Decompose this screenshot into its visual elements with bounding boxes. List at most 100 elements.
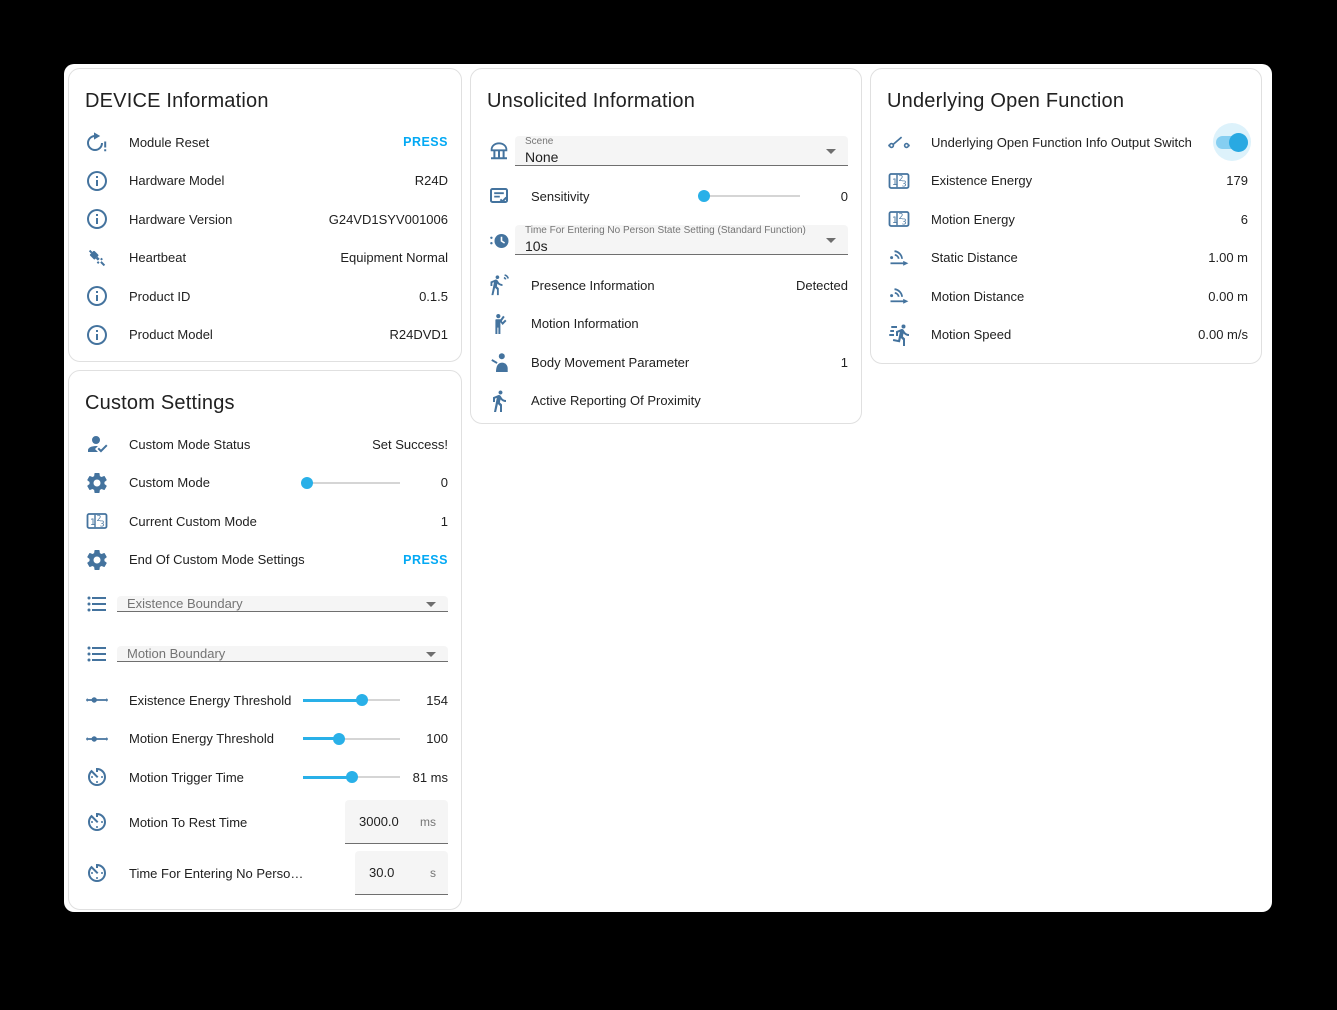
row-motion-distance: Motion Distance 0.00 m (871, 277, 1261, 316)
row-label: Custom Mode (129, 475, 303, 490)
list-icon (85, 642, 109, 666)
row-current-custom-mode: Current Custom Mode 1 (69, 502, 461, 541)
slider-icon (85, 688, 109, 712)
checklist-icon (487, 184, 511, 208)
row-module-reset: Module Reset PRESS (69, 123, 461, 162)
counter-icon (887, 169, 911, 193)
motion-to-rest-time-input[interactable]: ms (345, 800, 448, 844)
row-info-output-switch: Underlying Open Function Info Output Swi… (871, 123, 1261, 162)
row-value: 0.1.5 (411, 289, 448, 304)
row-label: Hardware Version (129, 212, 321, 227)
chevron-down-icon (426, 602, 436, 607)
restart-alert-icon (85, 130, 109, 154)
motion-trigger-time-slider[interactable] (303, 770, 400, 784)
row-motion-energy: Motion Energy 6 (871, 200, 1261, 239)
time-for-entering-no-person-input[interactable]: s (355, 851, 448, 895)
existence-boundary-select-row: Existence Boundary (69, 582, 461, 626)
select-label: Scene (525, 136, 820, 147)
timer-icon (85, 765, 109, 789)
row-custom-mode: Custom Mode 0 (69, 464, 461, 503)
slider-thumb[interactable] (333, 733, 345, 745)
text-field[interactable] (345, 814, 420, 829)
slider-thumb[interactable] (301, 477, 313, 489)
slider-fill (303, 776, 352, 779)
select-label: Motion Boundary (117, 646, 448, 661)
row-label: Existence Energy Threshold (129, 693, 303, 708)
info-output-toggle[interactable] (1212, 122, 1252, 162)
row-motion-to-rest-time: Motion To Rest Time ms (69, 797, 461, 848)
row-presence-information: Presence Information Detected (471, 266, 861, 305)
row-custom-mode-status: Custom Mode Status Set Success! (69, 425, 461, 464)
slider-track (303, 482, 400, 484)
time-setting-select-row: Time For Entering No Person State Settin… (471, 218, 861, 262)
text-field[interactable] (355, 865, 430, 880)
slider-thumb[interactable] (698, 190, 710, 202)
slider-thumb[interactable] (356, 694, 368, 706)
row-label: End Of Custom Mode Settings (129, 552, 395, 567)
scene-select-row: Scene None (471, 128, 861, 174)
slider-value: 0 (408, 475, 448, 490)
row-product-id: Product ID 0.1.5 (69, 277, 461, 316)
gear-icon (85, 471, 109, 495)
sensitivity-slider[interactable] (700, 189, 800, 203)
custom-mode-slider[interactable] (303, 476, 400, 490)
time-setting-select[interactable]: Time For Entering No Person State Settin… (515, 225, 848, 255)
card-title-device: DEVICE Information (69, 69, 461, 119)
press-button[interactable]: PRESS (395, 135, 448, 149)
signal-distance-icon (887, 246, 911, 270)
row-value: Equipment Normal (332, 250, 448, 265)
dashboard-content: DEVICE Information Module Reset PRESS Ha… (64, 64, 1272, 912)
info-icon (85, 284, 109, 308)
row-label: Body Movement Parameter (531, 355, 833, 370)
row-label: Motion Distance (931, 289, 1200, 304)
chevron-down-icon (826, 238, 836, 243)
select-label: Time For Entering No Person State Settin… (525, 225, 820, 236)
row-label: Time For Entering No Perso… (129, 866, 355, 881)
row-label: Motion Information (531, 316, 840, 331)
motion-boundary-select[interactable]: Motion Boundary (117, 646, 448, 662)
list-icon (85, 592, 109, 616)
toggle-thumb[interactable] (1229, 133, 1248, 152)
row-heartbeat: Heartbeat Equipment Normal (69, 239, 461, 278)
scene-select[interactable]: Scene None (515, 136, 848, 166)
row-existence-energy: Existence Energy 179 (871, 162, 1261, 201)
electric-switch-icon (887, 130, 911, 154)
timer-icon (85, 810, 109, 834)
row-value: Set Success! (364, 437, 448, 452)
unsolicited-information-card: Unsolicited Information Scene None Sensi… (470, 68, 862, 424)
row-value: 1 (433, 514, 448, 529)
row-sensitivity: Sensitivity 0 (471, 174, 861, 218)
card-title-underlying: Underlying Open Function (871, 69, 1261, 119)
row-value: 1 (833, 355, 848, 370)
row-label: Static Distance (931, 250, 1200, 265)
row-hardware-model: Hardware Model R24D (69, 162, 461, 201)
slider-value: 154 (408, 693, 448, 708)
row-label: Existence Energy (931, 173, 1218, 188)
counter-icon (85, 509, 109, 533)
row-label: Hardware Model (129, 173, 407, 188)
select-value: None (525, 149, 820, 165)
row-value: Detected (788, 278, 848, 293)
row-label: Motion Energy (931, 212, 1233, 227)
card-title-custom: Custom Settings (69, 371, 461, 421)
press-button[interactable]: PRESS (395, 553, 448, 567)
select-value: 10s (525, 238, 820, 254)
motion-energy-threshold-slider[interactable] (303, 732, 400, 746)
select-label: Existence Boundary (117, 596, 448, 611)
gear-icon (85, 548, 109, 572)
human-wave-icon (487, 350, 511, 374)
walk-icon (487, 389, 511, 413)
existence-energy-threshold-slider[interactable] (303, 693, 400, 707)
row-motion-information: Motion Information (471, 305, 861, 344)
chevron-down-icon (426, 652, 436, 657)
chevron-down-icon (826, 149, 836, 154)
row-label: Motion Trigger Time (129, 770, 303, 785)
existence-boundary-select[interactable]: Existence Boundary (117, 596, 448, 612)
row-motion-energy-threshold: Motion Energy Threshold 100 (69, 720, 461, 759)
human-greeting-icon (487, 312, 511, 336)
slider-thumb[interactable] (346, 771, 358, 783)
row-motion-trigger-time: Motion Trigger Time 81 ms (69, 758, 461, 797)
row-value: R24DVD1 (381, 327, 448, 342)
motion-boundary-select-row: Motion Boundary (69, 632, 461, 676)
row-value: 179 (1218, 173, 1248, 188)
